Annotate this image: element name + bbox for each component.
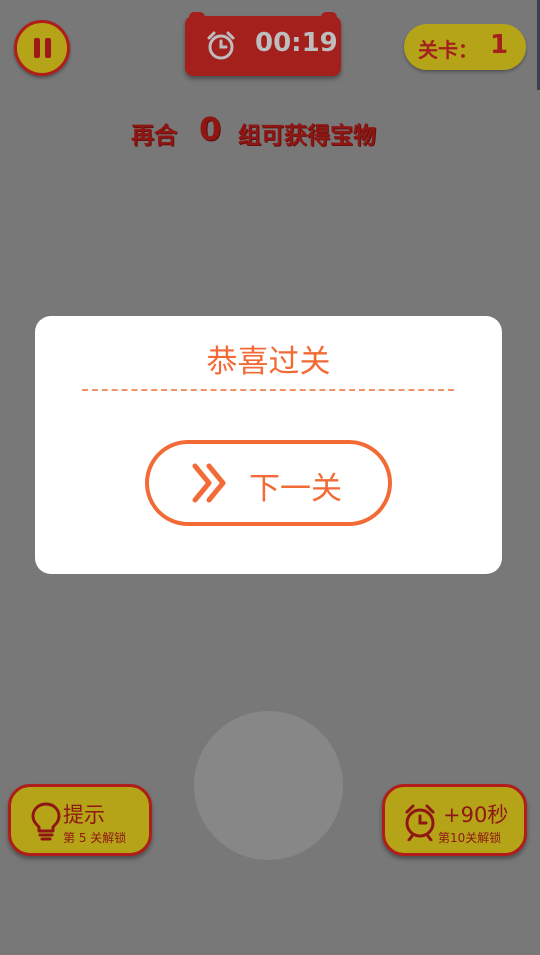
level-badge: 关卡： 1	[404, 24, 526, 70]
goal-text: 再合 0 组可获得宝物	[0, 108, 540, 152]
lightbulb-icon	[31, 802, 61, 841]
double-chevron-right-icon	[192, 463, 226, 503]
hint-unlock-text: 第 5 关解锁	[63, 831, 127, 845]
next-level-button[interactable]: 下一关	[145, 440, 392, 526]
alarm-clock-icon	[207, 31, 235, 60]
pause-button[interactable]	[14, 20, 70, 76]
play-area-circle	[194, 711, 343, 860]
dialog-divider	[82, 389, 454, 391]
goal-suffix: 组可获得宝物	[238, 123, 376, 149]
pause-icon	[34, 38, 40, 58]
add-time-unlock-text: 第10关解锁	[438, 831, 502, 845]
hint-label: 提示	[63, 803, 105, 827]
level-number: 1	[490, 30, 509, 60]
hint-button[interactable]: 提示 第 5 关解锁	[8, 784, 152, 856]
level-label: 关卡：	[418, 38, 478, 62]
timer-value: 00:19	[255, 28, 338, 58]
goal-count: 0	[199, 110, 222, 148]
alarm-clock-icon	[405, 804, 435, 841]
dialog-title: 恭喜过关	[206, 344, 331, 380]
goal-prefix: 再合	[131, 123, 177, 149]
level-complete-dialog: 恭喜过关 下一关	[35, 316, 502, 574]
countdown-timer: 00:19	[185, 12, 341, 76]
add-time-label: +90秒	[443, 803, 509, 827]
next-level-label: 下一关	[249, 471, 342, 507]
add-time-button[interactable]: +90秒 第10关解锁	[382, 784, 527, 856]
